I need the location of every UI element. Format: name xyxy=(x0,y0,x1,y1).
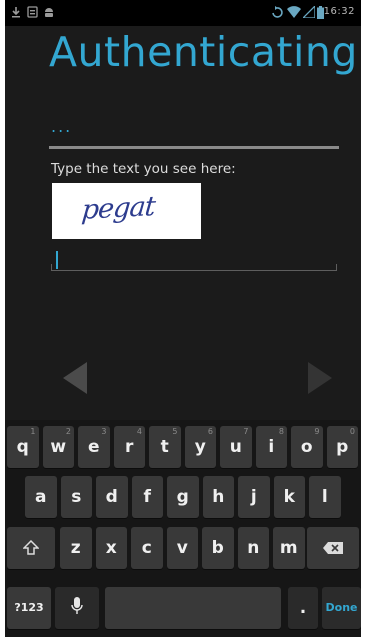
microphone-icon xyxy=(71,597,83,614)
key-m[interactable]: m xyxy=(273,527,305,569)
key-w[interactable]: w2 xyxy=(42,426,74,468)
key-label: b xyxy=(211,538,224,558)
key-o[interactable]: o9 xyxy=(291,426,323,468)
key-label: i xyxy=(268,437,275,457)
soft-keyboard: q 1 w 2 e 3 r 4 t 5 y 6 u 7 i 8 o 9 p 0 a s d f g h j k l z x c v b n m ?123… xyxy=(5,420,361,637)
input-underline-cap xyxy=(51,264,52,271)
key-y[interactable]: y6 xyxy=(184,426,216,468)
key-label: z xyxy=(70,538,81,558)
shift-icon xyxy=(22,539,40,555)
period-key[interactable]: . xyxy=(288,587,318,629)
status-time: 16:32 xyxy=(323,6,355,17)
download-icon xyxy=(12,7,20,18)
captcha-text: pegat xyxy=(80,191,157,226)
key-label: t xyxy=(160,437,169,457)
key-g[interactable]: g xyxy=(167,476,199,518)
progress-dots: ... xyxy=(51,117,73,136)
key-u[interactable]: u7 xyxy=(220,426,252,468)
key-p[interactable]: p0 xyxy=(326,426,358,468)
done-key[interactable]: Done xyxy=(322,587,361,629)
key-label: p xyxy=(336,437,349,457)
key-label: y xyxy=(194,437,206,457)
key-label: o xyxy=(300,437,313,457)
shift-key[interactable] xyxy=(7,527,55,569)
backspace-icon xyxy=(323,542,343,554)
key-d[interactable]: d xyxy=(96,476,128,518)
arrow-left-icon[interactable] xyxy=(63,362,87,394)
input-underline-cap xyxy=(336,264,337,271)
key-label: s xyxy=(71,487,82,507)
key-label: d xyxy=(105,487,118,507)
key-label: k xyxy=(283,487,295,507)
key-hint: 9 xyxy=(314,427,320,436)
text-cursor xyxy=(56,251,58,269)
key-i[interactable]: i8 xyxy=(255,426,287,468)
key-k[interactable]: k xyxy=(273,476,305,518)
signal-icon xyxy=(303,6,315,18)
android-icon xyxy=(45,8,53,17)
notification-icon xyxy=(27,6,38,18)
captcha-image: pegat xyxy=(52,183,201,239)
key-x[interactable]: x xyxy=(95,527,127,569)
key-a[interactable]: a xyxy=(25,476,57,518)
key-hint: 5 xyxy=(172,427,178,436)
title-divider xyxy=(49,146,339,149)
key-label: j xyxy=(250,487,257,507)
key-q[interactable]: q1 xyxy=(7,426,39,468)
key-r[interactable]: r4 xyxy=(113,426,145,468)
captcha-prompt: Type the text you see here: xyxy=(51,161,236,177)
key-label: Done xyxy=(325,601,358,614)
captcha-answer-input[interactable] xyxy=(51,249,337,273)
key-label: a xyxy=(35,487,47,507)
key-hint: 4 xyxy=(136,427,142,436)
key-j[interactable]: j xyxy=(238,476,270,518)
key-label: ?123 xyxy=(14,601,44,614)
device-screen: 16:32 Authenticating ... Type the text y… xyxy=(5,0,361,637)
status-bar: 16:32 xyxy=(5,0,361,26)
key-label: e xyxy=(87,437,100,457)
space-key[interactable] xyxy=(105,587,281,629)
key-label: v xyxy=(176,538,188,558)
key-label: l xyxy=(321,487,328,507)
key-h[interactable]: h xyxy=(202,476,234,518)
key-f[interactable]: f xyxy=(131,476,163,518)
key-label: u xyxy=(229,437,242,457)
delete-key[interactable] xyxy=(307,527,359,569)
key-b[interactable]: b xyxy=(202,527,234,569)
microphone-key[interactable] xyxy=(55,587,99,629)
key-label: c xyxy=(141,538,152,558)
key-v[interactable]: v xyxy=(166,527,198,569)
key-label: q xyxy=(16,437,29,457)
symbols-key[interactable]: ?123 xyxy=(7,587,51,629)
key-hint: 0 xyxy=(349,427,355,436)
key-s[interactable]: s xyxy=(60,476,92,518)
key-label: h xyxy=(212,487,225,507)
input-underline xyxy=(51,270,337,271)
key-label: . xyxy=(299,598,307,618)
key-l[interactable]: l xyxy=(309,476,341,518)
key-hint: 6 xyxy=(207,427,213,436)
key-label: f xyxy=(143,487,151,507)
key-n[interactable]: n xyxy=(237,527,269,569)
key-hint: 1 xyxy=(30,427,36,436)
key-t[interactable]: t5 xyxy=(149,426,181,468)
key-hint: 2 xyxy=(65,427,71,436)
key-label: n xyxy=(247,538,260,558)
arrow-right-icon[interactable] xyxy=(308,362,332,394)
key-label: r xyxy=(125,437,134,457)
key-hint: 8 xyxy=(278,427,284,436)
key-c[interactable]: c xyxy=(131,527,163,569)
key-hint: 7 xyxy=(243,427,249,436)
key-e[interactable]: e3 xyxy=(78,426,110,468)
key-hint: 3 xyxy=(101,427,107,436)
page-title: Authenticating xyxy=(49,28,358,76)
key-label: x xyxy=(105,538,117,558)
wifi-icon xyxy=(287,6,301,18)
sync-icon xyxy=(272,6,283,18)
key-label: g xyxy=(176,487,189,507)
key-label: m xyxy=(279,538,298,558)
key-z[interactable]: z xyxy=(60,527,92,569)
key-label: w xyxy=(50,437,67,457)
